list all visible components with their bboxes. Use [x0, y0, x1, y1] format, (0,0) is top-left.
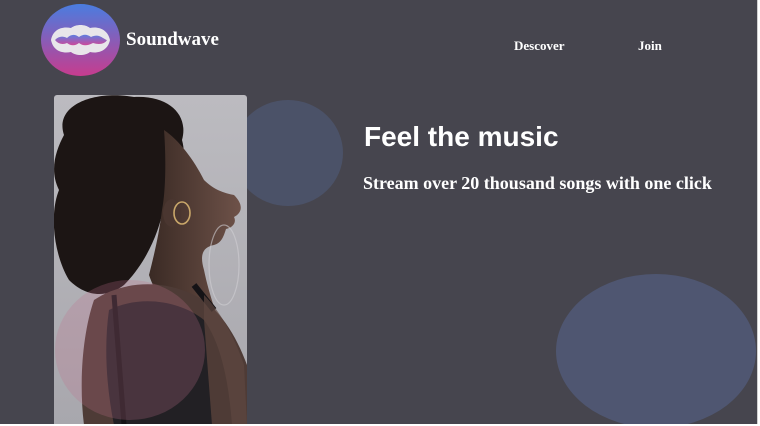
decorative-circle-pink [55, 280, 205, 420]
decorative-circle-top [233, 100, 343, 206]
nav-discover-link[interactable]: Descover [514, 38, 565, 54]
brand-name: Soundwave [126, 29, 219, 50]
landing-page: Soundwave Descover Join Feel the music S… [0, 0, 758, 424]
decorative-circle-bottom-right [556, 274, 756, 424]
hero-subheadline: Stream over 20 thousand songs with one c… [363, 173, 712, 193]
nav-join-link[interactable]: Join [638, 38, 662, 54]
soundwave-logo-icon[interactable] [41, 4, 120, 76]
hero-headline: Feel the music [364, 121, 559, 152]
